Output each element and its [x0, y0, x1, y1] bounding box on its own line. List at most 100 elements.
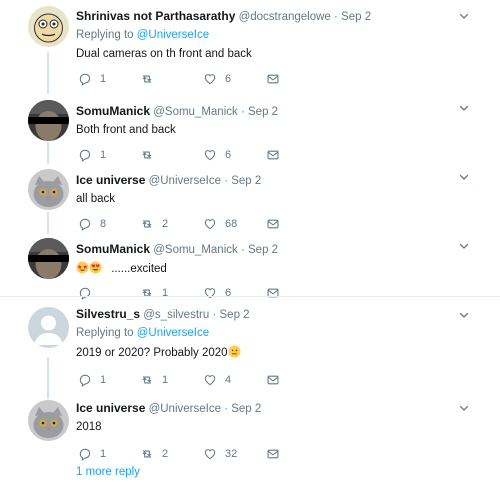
reply-icon	[78, 447, 92, 461]
envelope-icon	[266, 447, 280, 461]
retweet-icon	[140, 72, 154, 86]
tweet-actions: 1 1 4	[76, 372, 306, 388]
user-handle[interactable]: @UniverseIce	[149, 175, 221, 187]
display-name[interactable]: Shrinivas not Parthasarathy	[76, 9, 235, 23]
chevron-down-icon[interactable]	[458, 309, 470, 321]
tweet-date[interactable]: Sep 2	[248, 244, 278, 256]
more-replies-link[interactable]: 1 more reply	[76, 466, 140, 478]
tweet-text: 2018	[76, 421, 102, 433]
avatar[interactable]	[28, 307, 69, 348]
avatar[interactable]	[28, 400, 69, 441]
reply-icon	[78, 72, 92, 86]
tweet-text: Both front and back	[76, 124, 176, 136]
tweet-reply[interactable]: Ice universe @UniverseIce · Sep 2 2018 1…	[0, 394, 500, 460]
replying-to: Replying to @UniverseIce	[76, 326, 472, 340]
retweet-icon	[140, 447, 154, 461]
retweet-count: 2	[162, 448, 169, 460]
reply-button[interactable]: 1	[78, 147, 106, 163]
avatar[interactable]	[28, 100, 69, 141]
like-count: 32	[225, 448, 238, 460]
tweet-actions: 1 6	[76, 147, 306, 163]
replying-mention[interactable]: @UniverseIce	[137, 327, 209, 339]
reply-count: 1	[100, 149, 107, 161]
chevron-down-icon[interactable]	[458, 10, 470, 22]
tweet-reply[interactable]: Ice universe @UniverseIce · Sep 2 all ba…	[0, 164, 500, 234]
replying-prefix: Replying to	[76, 29, 137, 41]
envelope-icon	[266, 217, 280, 231]
heart-eyes-emoji-icon	[89, 261, 102, 274]
reply-icon	[78, 373, 92, 387]
heart-icon	[203, 217, 217, 231]
direct-message-button[interactable]	[266, 216, 280, 232]
separator: ·	[224, 175, 229, 187]
separator: ·	[240, 244, 245, 256]
retweet-button[interactable]: 2	[140, 216, 168, 232]
retweet-button[interactable]: 2	[140, 446, 168, 462]
chevron-down-icon[interactable]	[458, 402, 470, 414]
user-handle[interactable]: @Somu_Manick	[153, 244, 238, 256]
reply-button[interactable]: 1	[78, 71, 106, 87]
like-button[interactable]: 4	[203, 372, 231, 388]
display-name[interactable]: SomuManick	[76, 104, 150, 118]
avatar[interactable]	[28, 169, 69, 210]
heart-icon	[203, 72, 217, 86]
retweet-button[interactable]	[140, 147, 162, 163]
replying-to: Replying to @UniverseIce	[76, 28, 472, 42]
tweet-actions: 1 6	[76, 71, 306, 87]
display-name[interactable]: Ice universe	[76, 173, 145, 187]
chevron-down-icon[interactable]	[458, 240, 470, 252]
retweet-count: 2	[162, 218, 169, 230]
like-button[interactable]: 6	[203, 147, 231, 163]
tweet-reply[interactable]: Shrinivas not Parthasarathy @docstrangel…	[0, 0, 500, 96]
direct-message-button[interactable]	[266, 71, 280, 87]
reply-count: 8	[100, 218, 107, 230]
retweet-button[interactable]	[140, 71, 162, 87]
tweet-actions: 8 2 68	[76, 216, 306, 232]
display-name[interactable]: Silvestru_s	[76, 307, 140, 321]
user-handle[interactable]: @Somu_Manick	[153, 106, 238, 118]
envelope-icon	[266, 373, 280, 387]
chevron-down-icon[interactable]	[458, 171, 470, 183]
like-button[interactable]: 68	[203, 216, 237, 232]
like-button[interactable]: 32	[203, 446, 237, 462]
retweet-icon	[140, 373, 154, 387]
user-handle[interactable]: @s_silvestru	[143, 309, 209, 321]
like-count: 6	[225, 73, 232, 85]
envelope-icon	[266, 148, 280, 162]
reply-count: 1	[100, 73, 107, 85]
star-struck-emoji-icon	[76, 261, 89, 274]
tweet-text-content: 2019 or 2020? Probably 2020	[76, 347, 228, 359]
display-name[interactable]: SomuManick	[76, 242, 150, 256]
direct-message-button[interactable]	[266, 446, 280, 462]
direct-message-button[interactable]	[266, 147, 280, 163]
tweet-text-content: ......excited	[111, 263, 167, 275]
direct-message-button[interactable]	[266, 372, 280, 388]
neutral-face-emoji-icon	[228, 345, 241, 358]
heart-icon	[203, 447, 217, 461]
tweet-reply[interactable]: SomuManick @Somu_Manick · Sep 2 Both fro…	[0, 95, 500, 165]
tweet-actions: 1 2 32	[76, 446, 306, 462]
like-button[interactable]: 6	[203, 71, 231, 87]
tweet-reply[interactable]: SomuManick @Somu_Manick · Sep 2 ......ex…	[0, 233, 500, 296]
avatar[interactable]	[28, 238, 69, 279]
tweet-date[interactable]: Sep 2	[248, 106, 278, 118]
tweet-date[interactable]: Sep 2	[231, 403, 261, 415]
reply-button[interactable]: 8	[78, 216, 106, 232]
reply-icon	[78, 148, 92, 162]
tweet-date[interactable]: Sep 2	[231, 175, 261, 187]
avatar[interactable]	[28, 6, 69, 47]
tweet-date[interactable]: Sep 2	[341, 11, 371, 23]
display-name[interactable]: Ice universe	[76, 401, 145, 415]
retweet-button[interactable]: 1	[140, 372, 168, 388]
chevron-down-icon[interactable]	[458, 102, 470, 114]
reply-button[interactable]: 1	[78, 446, 106, 462]
reply-button[interactable]: 1	[78, 372, 106, 388]
replying-mention[interactable]: @UniverseIce	[137, 29, 209, 41]
replying-prefix: Replying to	[76, 327, 137, 339]
tweet-text: all back	[76, 193, 115, 205]
user-handle[interactable]: @docstrangelowe	[239, 11, 331, 23]
user-handle[interactable]: @UniverseIce	[149, 403, 221, 415]
tweet-date[interactable]: Sep 2	[220, 309, 250, 321]
retweet-count: 1	[162, 374, 169, 386]
tweet-reply[interactable]: Silvestru_s @s_silvestru · Sep 2 Replyin…	[0, 297, 500, 395]
